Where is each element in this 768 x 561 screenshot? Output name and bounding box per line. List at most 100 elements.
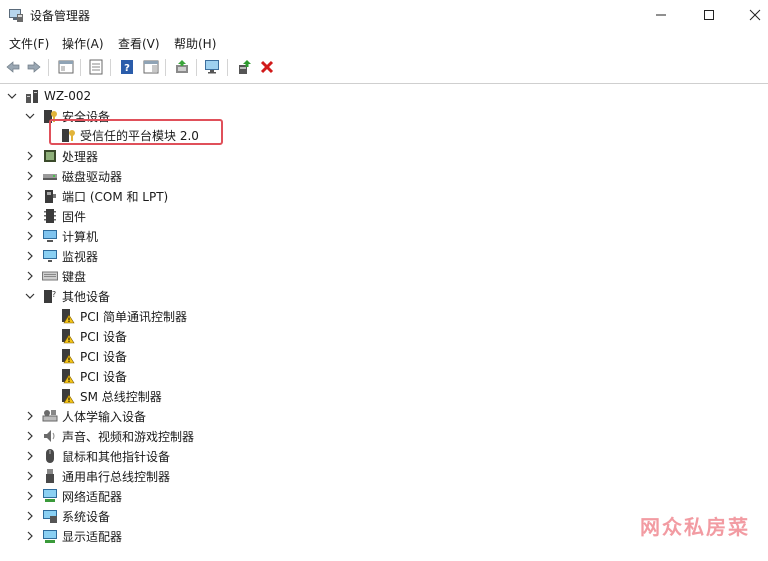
- help-icon: ?: [121, 60, 133, 74]
- monitor-icon: [43, 250, 57, 262]
- toolbar-separator: [110, 59, 111, 76]
- system-device-icon: [43, 510, 57, 523]
- tree-category-ports[interactable]: 端口 (COM 和 LPT): [24, 186, 168, 206]
- chevron-down-icon[interactable]: [24, 290, 36, 302]
- chevron-right-icon[interactable]: [24, 170, 36, 182]
- category-label: 其他设备: [62, 289, 111, 304]
- chevron-right-icon[interactable]: [24, 190, 36, 202]
- tree-category-network[interactable]: 网络适配器: [24, 486, 122, 506]
- chevron-right-icon[interactable]: [24, 150, 36, 162]
- warning-device-icon: [62, 349, 75, 364]
- tree-category-processor[interactable]: 处理器: [24, 146, 98, 166]
- minimize-button[interactable]: [638, 0, 684, 30]
- enable-device-icon: [239, 60, 251, 74]
- port-icon: [45, 190, 56, 203]
- properties-icon: [89, 59, 103, 75]
- tree-category-display[interactable]: 显示适配器: [24, 526, 122, 546]
- chevron-right-icon[interactable]: [24, 210, 36, 222]
- category-label: 端口 (COM 和 LPT): [62, 189, 169, 204]
- chevron-right-icon[interactable]: [24, 450, 36, 462]
- chevron-down-icon[interactable]: [6, 90, 18, 102]
- properties-button[interactable]: [86, 57, 106, 77]
- tree-category-keyboard[interactable]: 键盘: [24, 266, 86, 286]
- computer-icon: [43, 230, 57, 242]
- tree-root[interactable]: WZ-002: [6, 86, 91, 106]
- warning-device-icon: [62, 389, 75, 404]
- warning-device-icon: [62, 309, 75, 324]
- category-label: 声音、视频和游戏控制器: [62, 429, 195, 444]
- highlight-box: [49, 119, 223, 145]
- warning-device-icon: [62, 329, 75, 344]
- svg-text:?: ?: [52, 290, 56, 299]
- action-pane-icon: [143, 60, 159, 74]
- uninstall-device-button[interactable]: [257, 57, 277, 77]
- tree-device-smbus[interactable]: SM 总线控制器: [60, 386, 162, 406]
- tree-device-pci-3[interactable]: PCI 设备: [60, 366, 127, 386]
- tree-device-pci-2[interactable]: PCI 设备: [60, 346, 127, 366]
- menu-view[interactable]: 查看(V): [118, 35, 160, 52]
- scan-hardware-button[interactable]: [203, 57, 223, 77]
- tree-category-usb[interactable]: 通用串行总线控制器: [24, 466, 170, 486]
- chevron-right-icon[interactable]: [24, 510, 36, 522]
- scan-hardware-icon: [205, 60, 219, 74]
- category-label: 鼠标和其他指针设备: [62, 449, 171, 464]
- close-button[interactable]: [732, 0, 768, 30]
- action-pane-button[interactable]: [141, 57, 161, 77]
- chevron-right-icon[interactable]: [24, 270, 36, 282]
- chevron-right-icon[interactable]: [24, 470, 36, 482]
- firmware-icon: [44, 209, 56, 223]
- back-button[interactable]: [3, 57, 23, 77]
- tree-category-monitor[interactable]: 监视器: [24, 246, 98, 266]
- chevron-right-icon[interactable]: [24, 430, 36, 442]
- chevron-right-icon[interactable]: [24, 250, 36, 262]
- category-label: 计算机: [62, 229, 99, 244]
- chevron-down-icon[interactable]: [24, 110, 36, 122]
- update-driver-icon: [176, 60, 188, 73]
- tree-device-pci-comm[interactable]: PCI 简单通讯控制器: [60, 306, 187, 326]
- chevron-right-icon[interactable]: [24, 230, 36, 242]
- update-driver-button[interactable]: [172, 57, 192, 77]
- tree-category-computer[interactable]: 计算机: [24, 226, 98, 246]
- tree-category-hid[interactable]: 人体学输入设备: [24, 406, 146, 426]
- keyboard-icon: [42, 271, 58, 281]
- menu-action[interactable]: 操作(A): [62, 35, 104, 52]
- toolbar-separator: [165, 59, 166, 76]
- tree-category-disk[interactable]: 磁盘驱动器: [24, 166, 122, 186]
- chevron-right-icon[interactable]: [24, 490, 36, 502]
- chevron-right-icon[interactable]: [24, 530, 36, 542]
- close-icon: [749, 9, 761, 21]
- tree-device-pci-1[interactable]: PCI 设备: [60, 326, 127, 346]
- enable-device-button[interactable]: [234, 57, 254, 77]
- chevron-right-icon[interactable]: [24, 410, 36, 422]
- menu-help[interactable]: 帮助(H): [174, 35, 216, 52]
- sound-icon: [44, 430, 55, 442]
- category-label: 监视器: [62, 249, 99, 264]
- svg-text:?: ?: [124, 63, 130, 74]
- toolbar-separator: [227, 59, 228, 76]
- tree-category-other[interactable]: ? 其他设备: [24, 286, 110, 306]
- show-hide-tree-button[interactable]: [56, 57, 76, 77]
- category-label: 键盘: [62, 269, 87, 284]
- help-button[interactable]: ?: [117, 57, 137, 77]
- forward-button[interactable]: [24, 57, 44, 77]
- toolbar-separator: [196, 59, 197, 76]
- menu-file[interactable]: 文件(F): [9, 35, 49, 52]
- device-label: PCI 设备: [80, 369, 127, 384]
- menu-bar: 文件(F) 操作(A) 查看(V) 帮助(H): [0, 32, 768, 54]
- network-adapter-icon: [43, 489, 57, 502]
- tree-category-firmware[interactable]: 固件: [24, 206, 86, 226]
- minimize-icon: [656, 14, 666, 16]
- device-label: PCI 设备: [80, 349, 127, 364]
- title-bar: 设备管理器: [0, 0, 768, 30]
- category-label: 人体学输入设备: [62, 409, 147, 424]
- watermark-text: 网众私房菜: [640, 515, 750, 539]
- other-devices-icon: ?: [44, 290, 56, 303]
- tree-category-system[interactable]: 系统设备: [24, 506, 110, 526]
- toolbar-separator: [48, 59, 49, 76]
- device-label: SM 总线控制器: [80, 389, 162, 404]
- tree-category-mouse[interactable]: 鼠标和其他指针设备: [24, 446, 170, 466]
- uninstall-device-icon: [260, 60, 274, 74]
- maximize-icon: [704, 10, 714, 20]
- maximize-button[interactable]: [686, 0, 732, 30]
- tree-category-sound[interactable]: 声音、视频和游戏控制器: [24, 426, 194, 446]
